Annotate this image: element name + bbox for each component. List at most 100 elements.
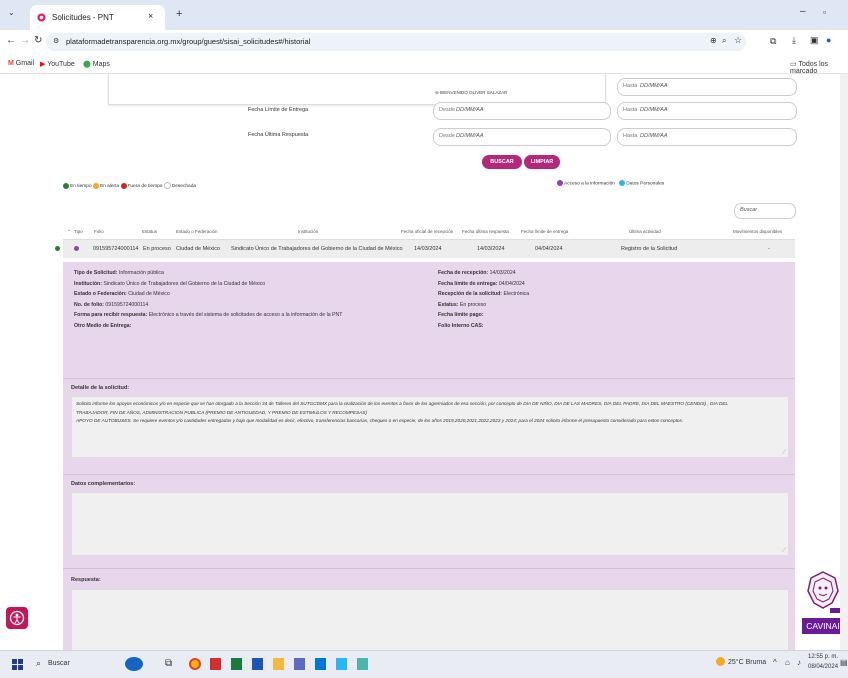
detail-folio: No. de folio: 091595724000114 (74, 301, 149, 308)
browser-tab-bar: ⌄ Solicitudes - PNT × + – ▫ (0, 0, 848, 30)
excel-app-icon[interactable] (231, 658, 242, 670)
youtube-icon: ▶ (40, 61, 46, 68)
row-ultima-respuesta: 14/03/2024 (477, 246, 505, 252)
welcome-label: BIENVENIDO OLIVER SALAZAR (440, 90, 508, 95)
reload-icon[interactable]: ↻ (34, 35, 42, 46)
explorer-app-icon[interactable] (273, 658, 284, 670)
forward-icon[interactable]: → (20, 35, 30, 46)
bookmark-maps[interactable]: ⬤ Maps (83, 60, 110, 68)
zoom-icon[interactable]: ⌕ (722, 36, 726, 46)
sort-icon: ⌃ (67, 229, 71, 234)
word-app-icon[interactable] (252, 658, 263, 670)
resize-icon[interactable]: ⟋ (782, 450, 786, 457)
widget-app-icon[interactable] (125, 657, 143, 671)
user-icon: ⊖ (435, 90, 439, 95)
entrega-hasta-field[interactable]: Hasta DD/MM/AA (617, 102, 797, 120)
weather-text[interactable]: 25°C Bruma (728, 659, 766, 666)
complementarios-textarea[interactable]: ⟋ (71, 492, 789, 556)
taskbar-search[interactable]: ⌕ Buscar (34, 656, 114, 672)
type-purple-dot-icon (74, 246, 79, 251)
tray-chevron-icon[interactable]: ^ (773, 658, 777, 667)
cavinai-widget[interactable]: CAVINAI (802, 568, 844, 648)
respuesta-hasta-field[interactable]: Hasta DD/MM/AA (617, 128, 797, 146)
start-windows-icon[interactable] (12, 659, 23, 670)
teams-app-icon[interactable] (294, 658, 305, 670)
table-search-input[interactable]: Buscar (734, 203, 796, 219)
clock-date[interactable]: 08/04/2024 (808, 664, 838, 670)
accessibility-widget[interactable] (6, 607, 28, 629)
extensions-icon[interactable]: ⧉ (770, 36, 776, 47)
detail-fecha-limite: Fecha límite de entrega: 04/04/2024 (438, 280, 525, 287)
col-actividad[interactable]: Última actividad (629, 229, 661, 234)
url-text: plataformadetransparencia.org.mx/group/g… (66, 37, 311, 46)
bookmark-star-icon[interactable]: ☆ (734, 35, 742, 46)
tab-close-icon[interactable]: × (148, 11, 153, 21)
page-scrollbar[interactable] (840, 74, 848, 650)
row-movimientos: - (768, 246, 770, 252)
entrega-desde-field[interactable]: Desde DD/MM/AA (433, 102, 611, 120)
col-movimientos[interactable]: Movimientos disponibles (733, 229, 782, 234)
page-content: ⊖ BIENVENIDO OLIVER SALAZAR Hasta DD/MM/… (0, 74, 848, 650)
outlook-app-icon[interactable] (315, 658, 326, 670)
desde-placeholder: DD/MM/AA (456, 133, 484, 139)
respuesta-label: Respuesta: (71, 577, 101, 583)
welcome-text: ⊖ BIENVENIDO OLIVER SALAZAR (435, 90, 507, 96)
table-header: ⌃ Tipo Folio Estatus Estado o Federación… (63, 225, 795, 240)
col-limite[interactable]: Fecha límite de entrega (521, 229, 568, 234)
col-institucion[interactable]: Institución (298, 229, 318, 234)
col-estatus[interactable]: Estatus (142, 229, 157, 234)
profile-icon[interactable]: ● (826, 35, 831, 45)
back-icon[interactable]: ← (6, 35, 16, 46)
detail-estatus: Estatus: En proceso (438, 301, 487, 308)
respuesta-filter-label: Fecha Última Respuesta (248, 132, 309, 138)
browser-tab[interactable]: Solicitudes - PNT × (30, 5, 165, 30)
hasta-placeholder: DD/MM/AA (640, 83, 668, 89)
minimize-icon[interactable]: – (800, 6, 806, 17)
bookmark-youtube[interactable]: ▶ YouTube (40, 60, 75, 68)
detail-panel: Tipo de Solicitud: Información pública I… (63, 262, 795, 650)
resize-icon[interactable]: ⟋ (782, 548, 786, 555)
chrome-app-icon[interactable] (189, 658, 201, 670)
col-ultima-respuesta[interactable]: Fecha última respuesta (462, 229, 509, 234)
hasta-label: Hasta (623, 133, 638, 139)
col-recepcion[interactable]: Fecha oficial de recepción (401, 229, 453, 234)
detalle-textarea[interactable]: Solicito informe los apoyos económicos y… (71, 396, 789, 458)
notification-icon[interactable]: ▤ (840, 658, 848, 667)
address-bar[interactable]: ⚙ plataformadetransparencia.org.mx/group… (46, 33, 746, 51)
task-view-icon[interactable]: ⧉ (165, 658, 172, 669)
limpiar-button[interactable]: LIMPIAR (524, 155, 560, 169)
col-estado[interactable]: Estado o Federación (176, 229, 218, 234)
detail-folio-cas: Folio Interno CAS: (438, 322, 484, 329)
translate-icon[interactable]: ⊕ (710, 36, 717, 45)
col-tipo[interactable]: Tipo (74, 229, 83, 234)
sidepanel-icon[interactable]: ▣ (810, 35, 819, 46)
site-info-icon[interactable]: ⚙ (53, 37, 59, 45)
mail-app-icon[interactable] (336, 658, 347, 670)
pnt-favicon-icon (37, 13, 46, 22)
table-row[interactable]: 091595724000114 En proceso Ciudad de Méx… (55, 240, 795, 258)
hasta-top-field[interactable]: Hasta DD/MM/AA (617, 78, 797, 96)
restore-icon[interactable]: ▫ (823, 7, 826, 17)
filter-card-top (108, 74, 606, 105)
accessibility-icon (9, 610, 25, 626)
other-app-icon[interactable] (357, 658, 368, 670)
respuesta-textarea[interactable] (71, 589, 789, 650)
desde-label: Desde (439, 107, 455, 113)
col-folio[interactable]: Folio (94, 229, 104, 234)
network-icon[interactable]: ⌂ (785, 658, 790, 667)
buscar-button[interactable]: BUSCAR (482, 155, 522, 169)
tab-list-icon[interactable]: ⌄ (8, 8, 18, 18)
pdf-app-icon[interactable] (210, 658, 221, 670)
desechada-dot-icon (163, 182, 171, 189)
all-bookmarks[interactable]: ▭ Todos los marcado (790, 60, 848, 75)
bookmark-gmail[interactable]: M Gmail (8, 60, 34, 67)
respuesta-desde-field[interactable]: Desde DD/MM/AA (433, 128, 611, 146)
cavinai-label: CAVINAI (802, 618, 844, 634)
entrega-label: Fecha Límite de Entrega (248, 107, 309, 113)
row-limite: 04/04/2024 (535, 246, 563, 252)
new-tab-button[interactable]: + (176, 8, 182, 20)
download-icon[interactable]: ⤓ (792, 35, 796, 46)
volume-icon[interactable]: ♪ (797, 658, 801, 667)
windows-taskbar: ⌕ Buscar ⧉ 25°C Bruma ^ ⌂ ♪ 12:55 p. m. … (0, 650, 848, 678)
clock-time[interactable]: 12:55 p. m. (808, 654, 838, 660)
